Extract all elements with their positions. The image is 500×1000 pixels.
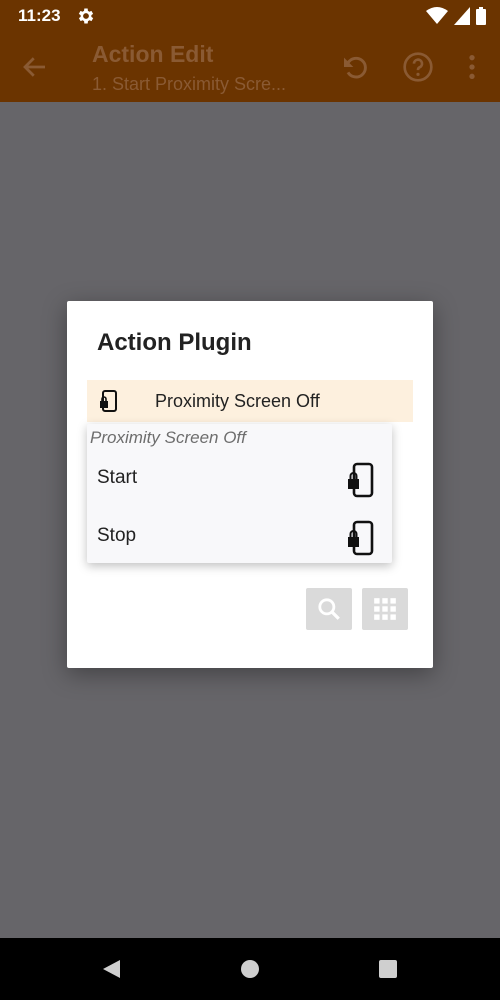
phone-lock-icon (100, 390, 117, 412)
phone-lock-icon (348, 462, 374, 498)
navigation-bar (0, 938, 500, 1000)
home-icon[interactable] (239, 958, 261, 980)
popup-item-stop[interactable]: Stop (87, 508, 392, 564)
popup-item-label: Stop (97, 525, 137, 546)
popup-item-label: Start (97, 467, 138, 488)
popup-header: Proximity Screen Off (90, 428, 246, 447)
status-bar: 11:23 (0, 0, 500, 32)
overflow-menu-icon[interactable] (456, 51, 488, 83)
back-icon[interactable] (100, 958, 122, 980)
search-button[interactable] (306, 588, 352, 630)
back-arrow-icon[interactable] (20, 52, 50, 82)
app-bar: Action Edit 1. Start Proximity Scre... (0, 32, 500, 102)
search-icon (318, 598, 340, 620)
status-icons (426, 7, 486, 25)
undo-icon[interactable] (340, 51, 372, 83)
grid-icon (374, 598, 396, 620)
app-title: Action Edit (92, 41, 214, 67)
signal-icon (454, 7, 470, 25)
selected-plugin-label: Proximity Screen Off (155, 391, 320, 411)
battery-icon (476, 7, 486, 25)
status-time: 11:23 (18, 6, 61, 25)
recents-icon[interactable] (377, 958, 399, 980)
plugin-action-popup: Proximity Screen Off Start Stop (87, 424, 392, 563)
phone-lock-icon (348, 520, 374, 556)
grid-view-button[interactable] (362, 588, 408, 630)
action-plugin-dialog: Action Plugin Proximity Screen Off Proxi… (67, 301, 433, 668)
dialog-title: Action Plugin (97, 329, 252, 356)
selected-plugin-row[interactable]: Proximity Screen Off (87, 380, 413, 422)
popup-item-start[interactable]: Start (87, 450, 392, 506)
app-subtitle: 1. Start Proximity Scre... (92, 74, 287, 94)
wifi-icon (426, 7, 448, 24)
help-icon[interactable] (402, 51, 434, 83)
gear-icon (78, 8, 94, 24)
